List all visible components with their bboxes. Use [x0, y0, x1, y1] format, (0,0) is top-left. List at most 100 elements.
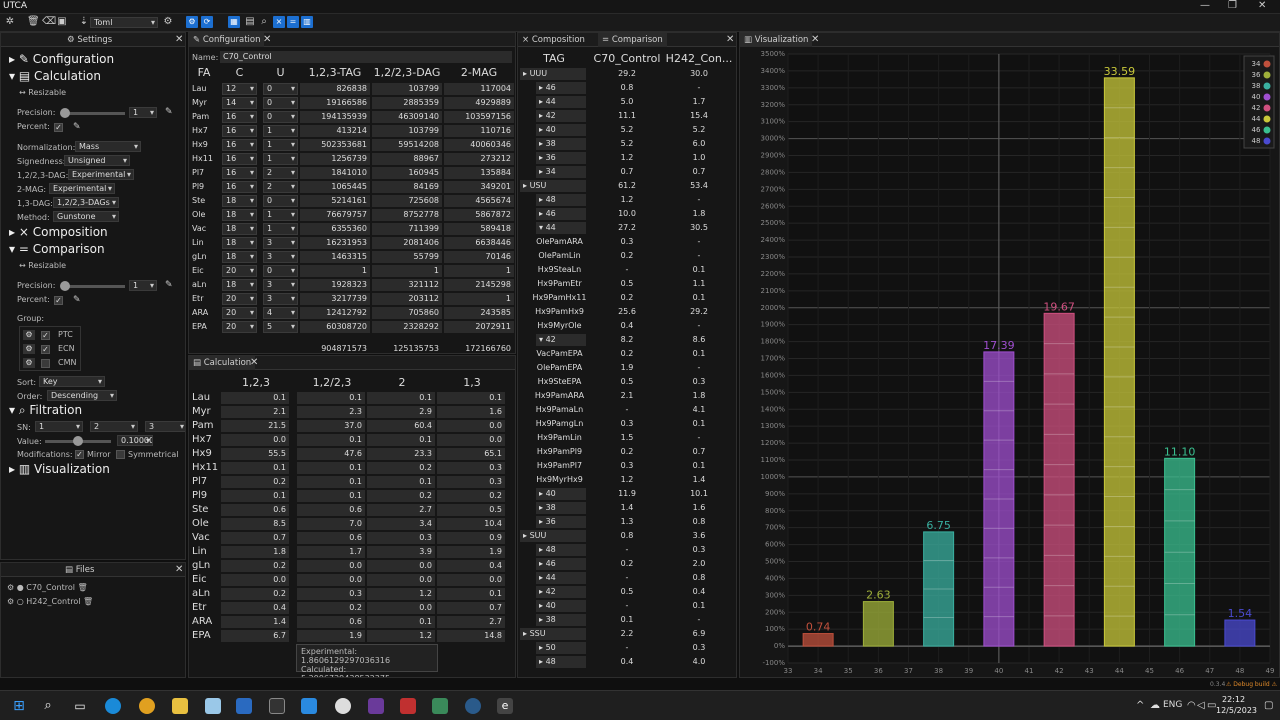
combo-cell[interactable]: 0 [263, 111, 298, 123]
combo-cell[interactable]: 16 [222, 153, 257, 165]
sort-select[interactable]: Key [39, 376, 105, 387]
combo-cell[interactable]: 3 [263, 293, 298, 305]
sn3-select[interactable]: 3 [145, 421, 185, 432]
value-cell[interactable]: 5867872 [444, 209, 514, 221]
combo-cell[interactable]: 2 [263, 181, 298, 193]
notifications-icon[interactable]: ▢ [1264, 700, 1273, 711]
refresh-icon[interactable]: ⟳ [201, 16, 213, 28]
calculator-icon[interactable]: ▤ [244, 16, 256, 28]
col-header-c70[interactable]: C70_Control [590, 53, 664, 67]
value-cell[interactable]: 60308720 [300, 321, 370, 333]
value-cell[interactable]: 160945 [372, 167, 442, 179]
precision-slider[interactable] [60, 281, 125, 291]
precision-value[interactable]: 1 [129, 107, 157, 118]
clock-time[interactable]: 22:12 [1222, 695, 1245, 704]
col-header[interactable]: 1,2,3 [221, 376, 291, 390]
col-header[interactable]: C [222, 66, 257, 80]
filtration-header[interactable]: ▾ ⌕ Filtration [9, 403, 82, 418]
value-cell[interactable]: 6355360 [300, 223, 370, 235]
combo-cell[interactable]: 0 [263, 195, 298, 207]
calculation-tab[interactable]: ▤ Calculation [189, 356, 256, 370]
combo-cell[interactable]: 3 [263, 279, 298, 291]
combo-cell[interactable]: 0 [263, 265, 298, 277]
precision-slider[interactable] [60, 108, 125, 118]
combo-cell[interactable]: 18 [222, 251, 257, 263]
value-cell[interactable]: 1 [444, 293, 514, 305]
bar-chart-icon[interactable]: ▥ [301, 16, 313, 28]
combo-cell[interactable]: 1 [263, 139, 298, 151]
tag-group-header[interactable]: ▸ 50 [536, 642, 586, 654]
value-cell[interactable]: 103597156 [444, 111, 514, 123]
settings-tab[interactable]: ⚙ Settings [63, 33, 116, 47]
vscode-icon[interactable] [301, 698, 317, 714]
file-item[interactable]: ⚙ ○ H242_Control 🗑 [7, 597, 93, 606]
value-cell[interactable]: 705860 [372, 307, 442, 319]
file-item[interactable]: ⚙ ● C70_Control 🗑 [7, 583, 88, 592]
normalization-select[interactable]: Mass [75, 141, 141, 152]
tag-group-header[interactable]: ▸ 46 [536, 82, 586, 94]
combo-cell[interactable]: 1 [263, 125, 298, 137]
pencil-icon[interactable]: ✎ [165, 280, 173, 290]
value-cell[interactable]: 2072911 [444, 321, 514, 333]
combo-cell[interactable]: 0 [263, 97, 298, 109]
clear-icon[interactable]: ⌫ [42, 16, 56, 28]
windows-start-icon[interactable]: ⊞ [11, 698, 27, 714]
combo-cell[interactable]: 1 [263, 223, 298, 235]
comparison-header[interactable]: ▾ = Comparison [9, 242, 105, 256]
combo-cell[interactable]: 1 [263, 153, 298, 165]
value-cell[interactable]: 16231953 [300, 237, 370, 249]
value-cell[interactable]: 1 [300, 265, 370, 277]
search-icon[interactable]: ⌕ [258, 16, 270, 28]
value-slider[interactable] [45, 436, 111, 446]
tag-group-header[interactable]: ▸ 48 [536, 656, 586, 668]
col-header-tag[interactable]: TAG [528, 53, 580, 67]
maximize-icon[interactable]: ❐ [1228, 0, 1237, 11]
value-cell[interactable]: 12412792 [300, 307, 370, 319]
value-cell[interactable]: 243585 [444, 307, 514, 319]
combo-cell[interactable]: 16 [222, 167, 257, 179]
tag-group-header[interactable]: ▸ 42 [536, 110, 586, 122]
value-cell[interactable]: 55799 [372, 251, 442, 263]
pencil-icon[interactable]: ✎ [165, 107, 173, 117]
calculation-header[interactable]: ▾ ▤ Calculation [9, 69, 101, 83]
method-select[interactable]: Gunstone [53, 211, 119, 222]
sun-icon[interactable]: ✲ [4, 16, 16, 28]
settings-gear-icon[interactable]: ⚙ [162, 16, 174, 28]
combo-cell[interactable]: 4 [263, 307, 298, 319]
tag-group-header[interactable]: ▸ 34 [536, 166, 586, 178]
value-cell[interactable]: 103799 [372, 125, 442, 137]
tag-group-header[interactable]: ▸ SUU [520, 530, 586, 542]
tag-group-header[interactable]: ▸ 46 [536, 558, 586, 570]
signedness-select[interactable]: Unsigned [64, 155, 130, 166]
tag-group-header[interactable]: ▸ 38 [536, 614, 586, 626]
resizable-toggle[interactable]: ↔ Resizable [19, 88, 66, 97]
combo-cell[interactable]: 18 [222, 279, 257, 291]
tag-group-header[interactable]: ▸ 36 [536, 516, 586, 528]
app-icon[interactable] [335, 698, 351, 714]
pencil-icon[interactable]: ✎ [73, 122, 81, 132]
combo-cell[interactable]: 18 [222, 223, 257, 235]
value-cell[interactable]: 826838 [300, 83, 370, 95]
combo-cell[interactable]: 0 [263, 83, 298, 95]
value-cell[interactable]: 273212 [444, 153, 514, 165]
visualization-header[interactable]: ▸ ▥ Visualization [9, 462, 110, 476]
files-tab[interactable]: ▤ Files [61, 563, 98, 577]
wifi-icon[interactable]: ◠ [1187, 700, 1196, 711]
volume-icon[interactable]: ◁ [1197, 700, 1205, 711]
app-icon[interactable] [465, 698, 481, 714]
app-icon[interactable] [400, 698, 416, 714]
tag-group-header[interactable]: ▸ 42 [536, 586, 586, 598]
pencil-icon[interactable]: ✎ [73, 295, 81, 305]
combo-cell[interactable]: 3 [263, 251, 298, 263]
combo-cell[interactable]: 3 [263, 237, 298, 249]
order-select[interactable]: Descending [47, 390, 117, 401]
col-header[interactable]: 2-MAG [444, 66, 514, 80]
dag123-select[interactable]: Experimental [68, 169, 134, 180]
value-cell[interactable]: 70146 [444, 251, 514, 263]
combo-cell[interactable]: 20 [222, 321, 257, 333]
value-cell[interactable]: 1256739 [300, 153, 370, 165]
tray-chevron-icon[interactable]: ^ [1136, 700, 1144, 711]
file-explorer-icon[interactable] [172, 698, 188, 714]
value-cell[interactable]: 2885359 [372, 97, 442, 109]
visualization-tab[interactable]: ▥ Visualization [740, 33, 813, 47]
